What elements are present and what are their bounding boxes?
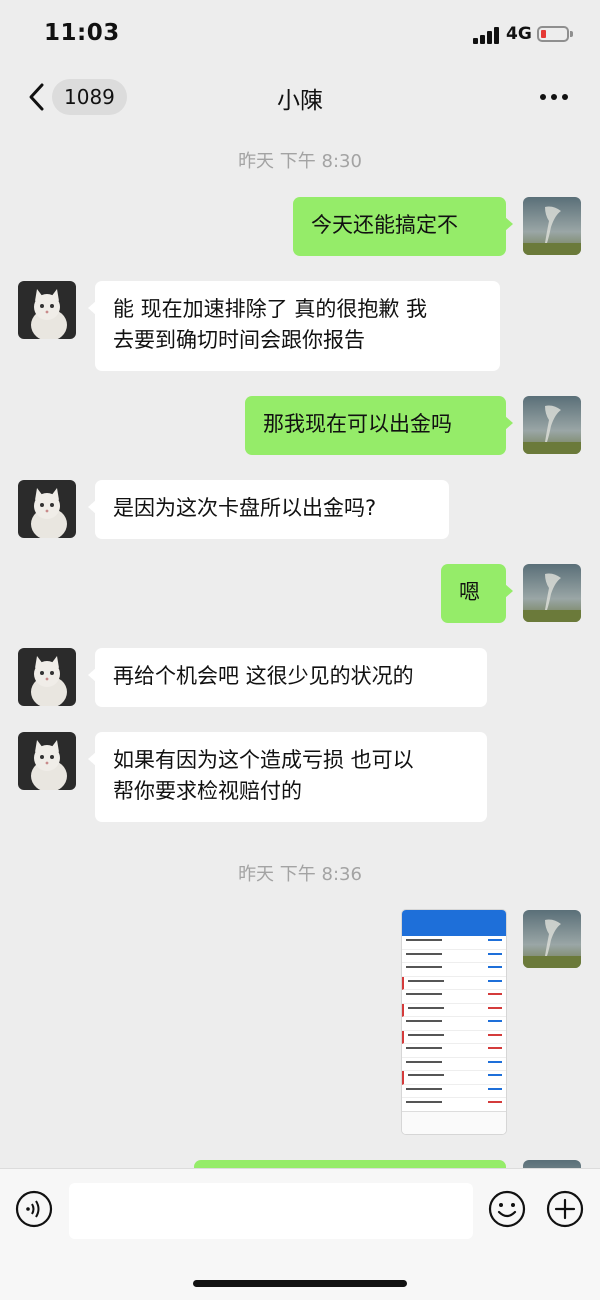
message-text: 再给个机会吧 这很少见的状况的 <box>113 664 414 688</box>
message-text-line: 如果有因为这个造成亏损 也可以 <box>113 748 414 772</box>
my-avatar[interactable] <box>523 396 581 454</box>
message-bubble-received[interactable]: 再给个机会吧 这很少见的状况的 <box>88 648 487 707</box>
emoji-icon[interactable] <box>487 1189 527 1229</box>
signal-icon <box>473 26 501 44</box>
my-avatar[interactable] <box>523 197 581 255</box>
message-text: 是因为这次卡盘所以出金吗? <box>113 496 377 520</box>
back-icon[interactable] <box>26 82 48 112</box>
input-bar <box>0 1168 600 1300</box>
my-avatar[interactable] <box>523 910 581 968</box>
message-bubble-received[interactable]: 如果有因为这个造成亏损 也可以 帮你要求检视赔付的 <box>88 732 487 822</box>
message-timestamp: 昨天 下午 8:36 <box>238 864 362 885</box>
message-timestamp: 昨天 下午 8:30 <box>238 151 362 172</box>
contact-avatar[interactable] <box>18 732 76 790</box>
network-type: 4G <box>506 24 532 44</box>
message-bubble-sent[interactable]: 今天还能搞定不 <box>293 197 513 256</box>
contact-avatar[interactable] <box>18 648 76 706</box>
status-bar: 11:03 4G <box>0 0 600 70</box>
battery-icon <box>537 26 573 42</box>
unread-count-badge[interactable]: 1089 <box>52 79 127 115</box>
more-horizontal-icon[interactable] <box>540 94 568 102</box>
message-text: 那我现在可以出金吗 <box>263 412 452 436</box>
message-text-line: 能 现在加速排除了 真的很抱歉 我 <box>113 297 428 321</box>
message-bubble-sent[interactable]: 那我现在可以出金吗 <box>245 396 513 455</box>
message-text-line: 帮你要求检视赔付的 <box>113 779 302 803</box>
message-input[interactable] <box>69 1183 473 1239</box>
plus-icon[interactable] <box>545 1189 585 1229</box>
contact-avatar[interactable] <box>18 480 76 538</box>
home-indicator[interactable] <box>193 1280 407 1287</box>
message-text: 今天还能搞定不 <box>311 213 458 237</box>
contact-avatar[interactable] <box>18 281 76 339</box>
image-message-thumbnail[interactable] <box>402 910 506 1134</box>
message-bubble-received[interactable]: 能 现在加速排除了 真的很抱歉 我 去要到确切时间会跟你报告 <box>88 281 500 371</box>
message-bubble-sent[interactable]: 嗯 <box>441 564 513 623</box>
message-bubble-received[interactable]: 是因为这次卡盘所以出金吗? <box>88 480 449 539</box>
my-avatar[interactable] <box>523 564 581 622</box>
image-toolbar <box>402 1111 506 1134</box>
chat-header: 1089 小陳 <box>0 70 600 126</box>
voice-icon[interactable] <box>14 1189 54 1229</box>
message-text: 嗯 <box>459 580 480 604</box>
message-text-line: 去要到确切时间会跟你报告 <box>113 328 365 352</box>
status-time: 11:03 <box>44 20 120 46</box>
